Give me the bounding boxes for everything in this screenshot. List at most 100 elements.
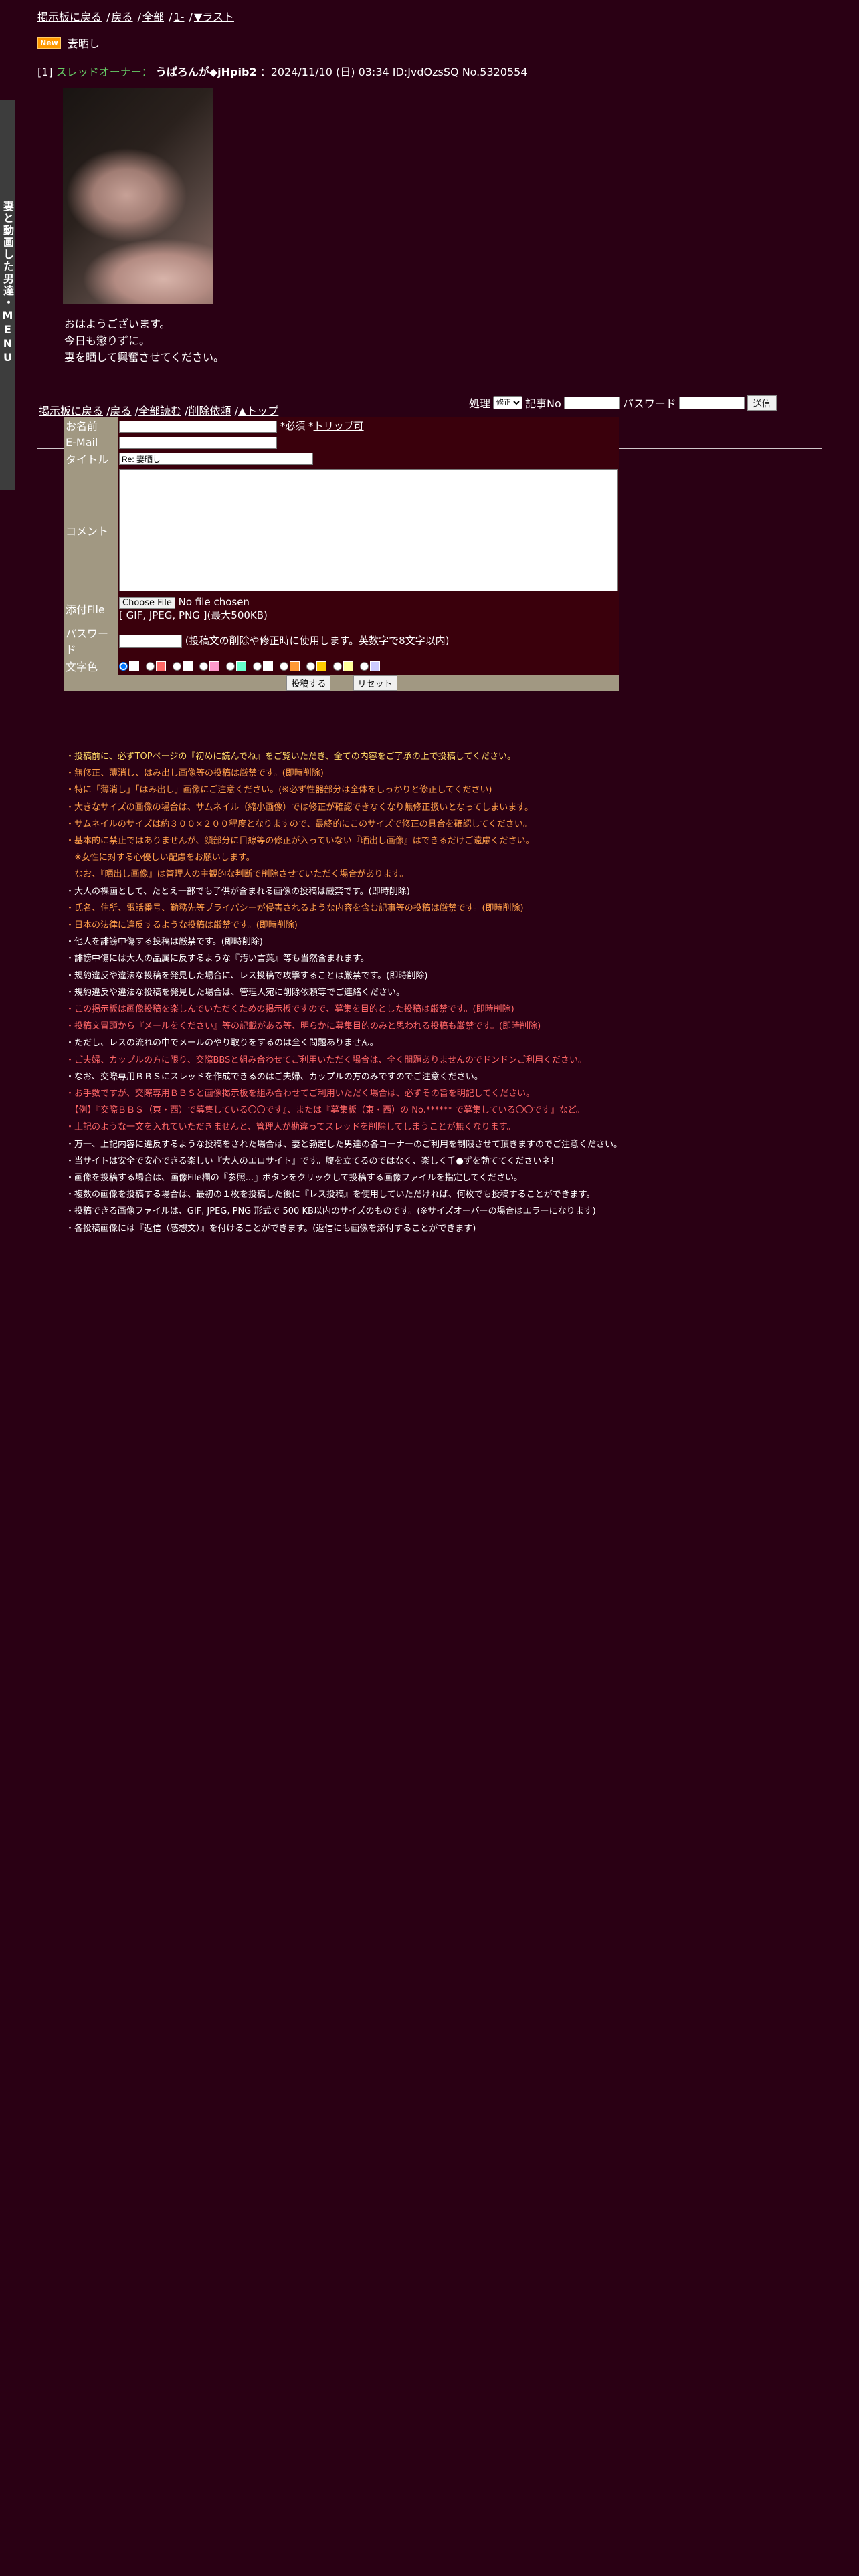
last-link[interactable]: ▼ラスト	[194, 11, 234, 23]
rule-item: ・投稿文冒頭から『メールをください』等の記載がある等、明らかに募集目的のみと思わ…	[66, 1021, 541, 1032]
rule-item: ・規約違反や違法な投稿を発見した場合は、管理人宛に削除依頼等でご連絡ください。	[66, 987, 405, 998]
rule-item: ・万一、上記内容に違反するような投稿をされた場合は、妻と勃起した男達の各コーナー…	[66, 1139, 623, 1150]
text-color-radio[interactable]	[360, 661, 369, 671]
text-color-radio[interactable]	[226, 661, 235, 671]
color-swatch	[370, 661, 380, 671]
trip-link[interactable]: トリップ可	[314, 420, 364, 432]
file-format-note: [ GIF, JPEG, PNG ](最大500KB)	[119, 609, 268, 621]
color-swatch	[236, 661, 246, 671]
posting-rules: ・投稿前に、必ずTOPページの『初めに読んでね』をご覧いただき、全ての内容をご了…	[66, 748, 654, 1237]
bottom-navigation: 掲示板に戻る /戻る /全部読む /削除依頼 /▲トップ	[39, 402, 278, 418]
text-color-option[interactable]	[173, 661, 193, 671]
edit-password-label: パスワード	[622, 397, 676, 410]
password-input[interactable]	[119, 634, 182, 648]
side-menu-label[interactable]: 妻と動画した男達・MENU	[0, 201, 15, 490]
rule-item: ・なお、交際専用ＢＢＳにスレッドを作成できるのはご夫婦、カップルの方のみですので…	[66, 1071, 483, 1082]
delete-request-link[interactable]: 削除依頼	[189, 405, 231, 417]
nav-separator: /	[103, 11, 110, 23]
back-to-board-link[interactable]: 掲示板に戻る	[37, 11, 102, 23]
color-swatch	[183, 661, 193, 671]
nav-separator: /	[131, 405, 138, 417]
text-color-radio[interactable]	[146, 661, 155, 671]
title-label: タイトル	[64, 450, 118, 467]
post-photo[interactable]	[63, 88, 213, 304]
text-color-option[interactable]	[333, 661, 353, 671]
color-swatch	[263, 661, 273, 671]
text-color-option[interactable]	[119, 661, 139, 671]
first-link[interactable]: 1-	[174, 11, 185, 23]
rule-item: ※女性に対する心優しい配慮をお願いします。	[66, 853, 255, 863]
text-color-radio[interactable]	[253, 661, 262, 671]
nav-separator: /	[103, 405, 110, 417]
rule-item: ・上記のような一文を入れていただきませんと、管理人が勘違ってスレッドを削除してし…	[66, 1122, 516, 1133]
text-color-option[interactable]	[199, 661, 219, 671]
rule-item: ・サムネイルのサイズは約３００×２００程度となりますので、最終的にこのサイズで修…	[66, 819, 532, 829]
title-field-cell	[118, 450, 619, 467]
rule-item: ・ご夫婦、カップルの方に限り、交際BBSと組み合わせてご利用いただく場合は、全く…	[66, 1055, 587, 1065]
rule-item: ・規約違反や違法な投稿を発見した場合に、レス投稿で攻撃することは厳禁です。(即時…	[66, 970, 428, 981]
email-field-cell	[118, 434, 619, 450]
text-color-option[interactable]	[226, 661, 246, 671]
comment-textarea[interactable]	[119, 469, 618, 591]
reset-button[interactable]: リセット	[353, 675, 397, 691]
title-input[interactable]	[119, 453, 313, 465]
rule-item: 【例】『交際ＢＢＳ（東・西）で募集している〇〇です』、または『募集板（東・西）の…	[66, 1105, 585, 1116]
rule-item: ・無修正、薄消し、はみ出し画像等の投稿は厳禁です。(即時削除)	[66, 768, 324, 779]
read-all-link[interactable]: 全部読む	[138, 405, 181, 417]
text-color-option[interactable]	[306, 661, 326, 671]
color-swatch	[156, 661, 166, 671]
password-field-cell: (投稿文の削除や修正時に使用します。英数字で8文字以内)	[118, 624, 619, 657]
text-color-option[interactable]	[360, 661, 380, 671]
color-swatch	[129, 661, 139, 671]
email-input[interactable]	[119, 436, 277, 449]
article-no-input[interactable]	[563, 396, 620, 409]
color-swatch	[209, 661, 219, 671]
text-color-option[interactable]	[253, 661, 273, 671]
post-body-line: 妻を晒して興奮させてください。	[64, 351, 225, 364]
side-menu[interactable]: 妻と動画した男達・MENU	[0, 100, 15, 490]
nav-separator: /	[165, 11, 173, 23]
text-color-option[interactable]	[280, 661, 300, 671]
back-link[interactable]: 戻る	[112, 11, 133, 23]
text-color-radio[interactable]	[199, 661, 208, 671]
edit-form: 処理 修正 記事No パスワード 送信	[469, 395, 777, 411]
rule-item: ・誹謗中傷には大人の品属に反するような『汚い言葉』等も当然含まれます。	[66, 954, 369, 964]
thread-title-line: New 妻晒し	[37, 35, 100, 51]
nav-separator: /	[181, 405, 189, 417]
text-color-option[interactable]	[146, 661, 166, 671]
text-color-radio[interactable]	[173, 661, 181, 671]
rule-item: ・他人を誹謗中傷する投稿は厳禁です。(即時削除)	[66, 937, 263, 948]
post-form-table: お名前 *必須 *トリップ可 E-Mail タイトル コメント 添付Fi	[64, 417, 619, 691]
rule-item: ・大人の裸画として、たとえ一部でも子供が含まれる画像の投稿は厳禁です。(即時削除…	[66, 886, 410, 897]
all-link[interactable]: 全部	[142, 11, 164, 23]
color-swatch	[290, 661, 300, 671]
poster-name: うぱろんが◆jHpib2	[155, 66, 257, 78]
file-label: 添付File	[64, 593, 118, 624]
text-color-radio[interactable]	[119, 661, 128, 671]
article-no-label: 記事No	[525, 397, 561, 410]
action-select[interactable]: 修正	[493, 396, 523, 409]
text-color-radio[interactable]	[306, 661, 315, 671]
post-submit-button[interactable]: 投稿する	[286, 675, 331, 691]
choose-file-button[interactable]: Choose File	[119, 597, 175, 609]
rule-item: ・氏名、住所、電話番号、勤務先等プライバシーが侵害されるような内容を含む記事等の…	[66, 903, 524, 914]
top-link[interactable]: ▲トップ	[238, 405, 278, 417]
new-badge: New	[37, 37, 61, 49]
edit-submit-button[interactable]: 送信	[747, 395, 777, 411]
comment-label: コメント	[64, 467, 118, 593]
text-color-radio[interactable]	[333, 661, 342, 671]
rule-item: ・画像を投稿する場合は、画像File欄の『参照...』ボタンをクリックして投稿す…	[66, 1173, 522, 1184]
color-label: 文字色	[64, 657, 118, 675]
name-field-cell: *必須 *トリップ可	[118, 417, 619, 434]
rule-item: ・特に「薄消し」「はみ出し」画像にご注意ください。(※必ず性器部分は全体をしっか…	[66, 785, 492, 796]
rule-item: ・大きなサイズの画像の場合は、サムネイル（縮小画像）では修正が確認できなくなり無…	[66, 802, 534, 813]
name-input[interactable]	[119, 420, 277, 433]
edit-password-input[interactable]	[678, 396, 745, 409]
back-to-board-link[interactable]: 掲示板に戻る	[39, 405, 103, 417]
thread-title: 妻晒し	[67, 37, 100, 50]
rule-item: ・基本的に禁止ではありませんが、顔部分に目線等の修正が入っていない『晒出し画像』…	[66, 836, 535, 847]
name-required-note: *必須 *	[280, 419, 314, 432]
back-link[interactable]: 戻る	[110, 405, 132, 417]
text-color-radio[interactable]	[280, 661, 288, 671]
nav-separator: /	[185, 11, 193, 23]
